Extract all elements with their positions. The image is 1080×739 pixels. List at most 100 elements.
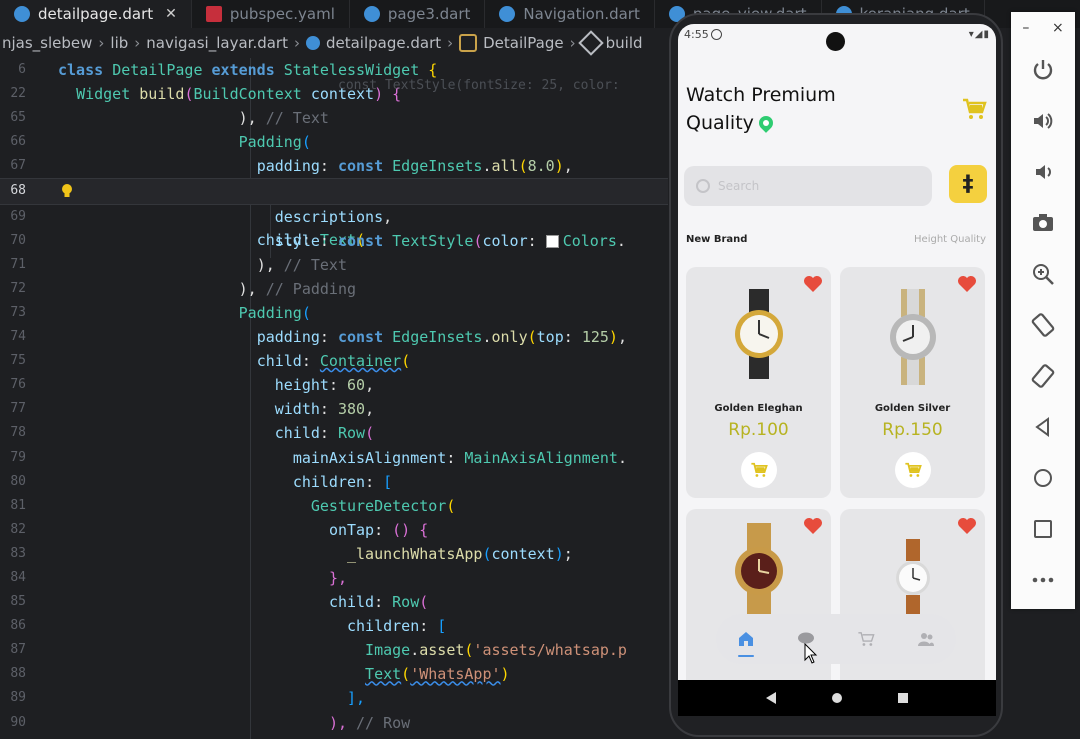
power-button[interactable] bbox=[1011, 44, 1075, 95]
nav-home[interactable] bbox=[735, 628, 757, 657]
tab-label: pubspec.yaml bbox=[229, 5, 335, 23]
rotate-left-icon bbox=[1031, 312, 1055, 337]
breadcrumb-item[interactable]: build bbox=[606, 34, 643, 52]
close-icon[interactable]: ✕ bbox=[165, 6, 177, 22]
tab-detailpage[interactable]: detailpage.dart ✕ bbox=[0, 0, 192, 28]
heart-icon[interactable] bbox=[803, 517, 823, 535]
section-link[interactable]: Height Quality bbox=[914, 234, 986, 245]
breadcrumb-item[interactable]: detailpage.dart bbox=[326, 34, 441, 52]
breadcrumb-item[interactable]: njas_slebew bbox=[2, 34, 92, 52]
people-icon bbox=[918, 633, 934, 646]
nav-people[interactable] bbox=[915, 628, 937, 650]
lightbulb-icon[interactable] bbox=[61, 184, 73, 198]
back-button[interactable] bbox=[1011, 401, 1075, 452]
product-price: Rp.150 bbox=[882, 420, 943, 440]
rotate-right-button[interactable] bbox=[1011, 350, 1075, 401]
more-icon bbox=[1032, 577, 1054, 582]
breadcrumb-item[interactable]: lib bbox=[110, 34, 128, 52]
zoom-in-icon bbox=[1033, 263, 1054, 285]
page-subtitle: Quality bbox=[686, 112, 776, 134]
search-icon bbox=[696, 179, 710, 193]
filter-button[interactable]: ‡ bbox=[949, 165, 987, 203]
volume-up-button[interactable] bbox=[1011, 95, 1075, 146]
tab-navigation[interactable]: Navigation.dart bbox=[485, 0, 655, 28]
zoom-button[interactable] bbox=[1011, 248, 1075, 299]
back-icon[interactable] bbox=[765, 692, 777, 704]
heart-icon[interactable] bbox=[957, 275, 977, 293]
camera-icon bbox=[1033, 213, 1053, 231]
volume-down-icon bbox=[1036, 164, 1051, 179]
code-line: 72 ), // Padding bbox=[10, 279, 357, 298]
heart-icon[interactable] bbox=[957, 517, 977, 535]
phone-screen: 4:55 ▾◢▮ Watch Premium Quality Search ‡ … bbox=[678, 24, 996, 680]
chevron-right-icon: › bbox=[98, 34, 105, 52]
tab-pubspec[interactable]: pubspec.yaml bbox=[192, 0, 350, 28]
status-bar: 4:55 ▾◢▮ bbox=[678, 24, 996, 51]
cart-icon bbox=[750, 462, 768, 477]
dart-file-icon bbox=[305, 36, 320, 50]
code-line: 75 child: Container( bbox=[10, 352, 411, 371]
tab-label: page3.dart bbox=[387, 5, 471, 23]
product-card[interactable]: Golden Eleghan Rp.100 bbox=[686, 267, 831, 498]
watch-image bbox=[889, 289, 936, 385]
color-swatch[interactable] bbox=[545, 234, 559, 248]
code-editor[interactable]: 6 class DetailPage extends StatelessWidge… bbox=[0, 58, 668, 739]
code-line: 77 width: 380, bbox=[10, 400, 375, 419]
product-price: Rp.100 bbox=[728, 420, 789, 440]
add-to-cart-button[interactable] bbox=[894, 452, 931, 488]
breadcrumb-item[interactable]: navigasi_layar.dart bbox=[146, 34, 288, 52]
back-icon bbox=[1035, 416, 1049, 437]
heart-icon[interactable] bbox=[803, 275, 823, 293]
code-line: 87 Image.asset('assets/whatsap.p bbox=[10, 641, 627, 660]
code-line: 22 Widget build(BuildContext context) { … bbox=[10, 78, 620, 104]
search-placeholder: Search bbox=[718, 179, 760, 193]
code-line-current: 68 child: Text( bbox=[0, 178, 668, 249]
screenshot-button[interactable] bbox=[1011, 197, 1075, 248]
subtitle-text: Quality bbox=[686, 112, 754, 134]
rotate-left-button[interactable] bbox=[1011, 299, 1075, 350]
home-circle-icon[interactable] bbox=[831, 692, 843, 704]
android-navigation-bar bbox=[678, 680, 996, 716]
volume-down-button[interactable] bbox=[1011, 146, 1075, 197]
cart-icon bbox=[904, 462, 922, 477]
chevron-right-icon: › bbox=[569, 34, 576, 52]
mouse-cursor-icon bbox=[804, 643, 818, 664]
code-line: 84 }, bbox=[10, 568, 347, 587]
breadcrumb: njas_slebew › lib › navigasi_layar.dart … bbox=[0, 30, 643, 56]
camera-cutout bbox=[826, 32, 845, 51]
code-line: 89 ], bbox=[10, 689, 366, 708]
product-card[interactable]: Golden Silver Rp.150 bbox=[840, 267, 985, 498]
volume-up-icon bbox=[1034, 112, 1053, 129]
tab-page3[interactable]: page3.dart bbox=[350, 0, 486, 28]
active-indicator bbox=[738, 655, 754, 657]
code-line: 71 ), // Text bbox=[10, 255, 347, 274]
breadcrumb-item[interactable]: DetailPage bbox=[483, 34, 564, 52]
product-name: Golden Silver bbox=[874, 403, 951, 414]
status-icons: ▾◢▮ bbox=[968, 29, 990, 40]
watch-image bbox=[734, 523, 783, 619]
overview-square-icon[interactable] bbox=[897, 692, 909, 704]
section-title: New Brand bbox=[686, 234, 748, 245]
code-line: 83 _launchWhatsApp(context); bbox=[10, 544, 573, 563]
code-line: 79 mainAxisAlignment: MainAxisAlignment. bbox=[10, 448, 627, 467]
chevron-right-icon: › bbox=[447, 34, 454, 52]
search-input[interactable]: Search bbox=[684, 166, 932, 206]
home-button[interactable] bbox=[1011, 452, 1075, 503]
add-to-cart-button[interactable] bbox=[740, 452, 777, 488]
watch-image bbox=[895, 539, 930, 619]
overview-button[interactable] bbox=[1011, 503, 1075, 554]
cart-icon[interactable] bbox=[961, 96, 987, 122]
close-button[interactable]: × bbox=[1052, 20, 1064, 36]
emulator-window-controls: – × bbox=[1011, 12, 1075, 44]
chevron-right-icon: › bbox=[293, 34, 300, 52]
minimize-button[interactable]: – bbox=[1022, 20, 1029, 36]
location-pin-icon bbox=[756, 113, 776, 133]
yaml-file-icon bbox=[205, 6, 222, 22]
more-button[interactable] bbox=[1011, 554, 1075, 605]
nav-cart[interactable] bbox=[855, 628, 877, 650]
power-icon bbox=[1033, 59, 1053, 79]
code-line: 70 style: const TextStyle(color: Colors. bbox=[10, 231, 626, 250]
tab-label: Navigation.dart bbox=[523, 5, 640, 23]
method-icon bbox=[577, 30, 604, 56]
code-line: 73 Padding( bbox=[10, 303, 311, 322]
